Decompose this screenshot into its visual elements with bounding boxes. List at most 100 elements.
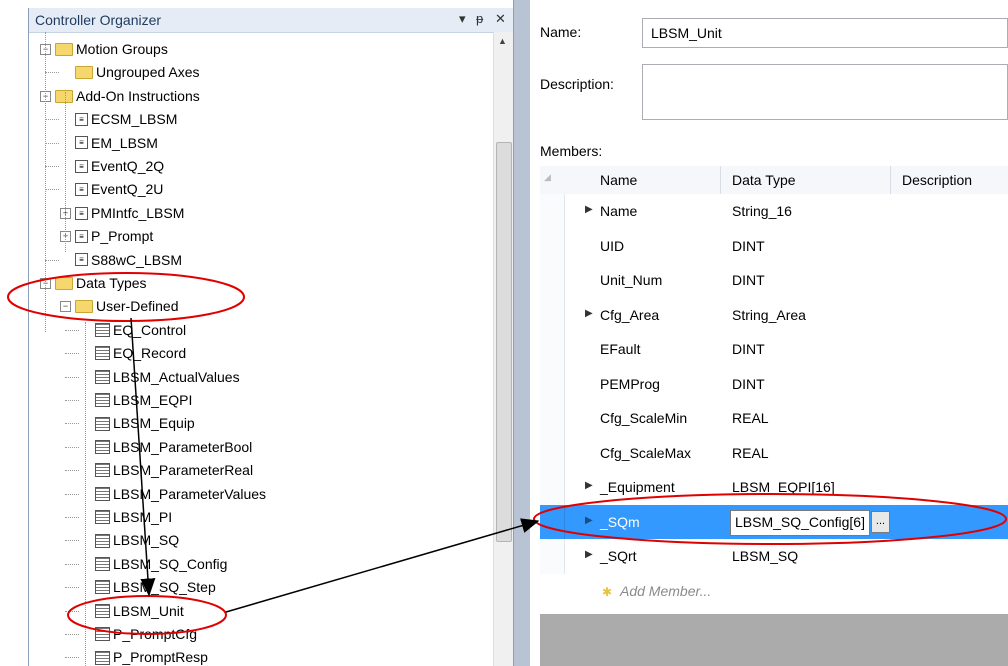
member-row[interactable]: ▶ _SQm LBSM_SQ_Config[6]... — [540, 504, 1008, 541]
member-data-type[interactable]: String_Area — [732, 307, 806, 323]
expand-icon[interactable]: ▶ — [585, 308, 593, 319]
member-row[interactable]: ▶ Name String_16 — [540, 194, 1008, 230]
scrollbar-thumb[interactable] — [496, 142, 512, 542]
row-header[interactable] — [540, 470, 565, 505]
name-field[interactable]: LBSM_Unit — [642, 18, 1008, 48]
expand-icon[interactable]: ▶ — [585, 480, 593, 491]
member-name[interactable]: _Equipment — [600, 479, 675, 495]
grid-body: ▶ Name String_16 UID DINT Unit_Num DINT ▶ Cfg_Ar… — [540, 194, 1008, 614]
member-row[interactable]: Unit_Num DINT — [540, 263, 1008, 299]
member-name[interactable]: PEMProg — [600, 376, 660, 392]
member-data-type[interactable]: DINT — [732, 238, 765, 254]
member-data-type[interactable]: LBSM_EQPI[16] — [732, 479, 835, 495]
member-name[interactable]: Unit_Num — [600, 272, 662, 288]
tree-item-label: PMIntfc_LBSM — [91, 204, 185, 221]
panel-splitter[interactable] — [513, 0, 531, 666]
tree-item[interactable]: Add-On Instructions — [55, 85, 200, 107]
add-member-label[interactable]: Add Member... — [620, 583, 711, 599]
tree-item-label: Data Types — [76, 275, 147, 291]
browse-button[interactable]: ... — [871, 510, 890, 533]
tree-item[interactable]: Data Types — [55, 272, 147, 294]
row-header[interactable] — [540, 504, 565, 540]
member-row[interactable]: EFault DINT — [540, 332, 1008, 368]
member-name[interactable]: UID — [600, 238, 624, 254]
tree-item[interactable]: LBSM_SQ_Step — [95, 576, 216, 598]
tree-item[interactable]: LBSM_EQPI — [95, 389, 192, 411]
member-data-type[interactable]: REAL — [732, 410, 769, 426]
member-name[interactable]: Cfg_Area — [600, 307, 659, 323]
member-name[interactable]: _SQrt — [600, 548, 637, 564]
expand-icon[interactable]: ▶ — [585, 549, 593, 560]
tree-connector — [65, 587, 79, 589]
udt-icon — [95, 510, 110, 525]
tree-item[interactable]: ≡ P_Prompt — [75, 225, 153, 247]
member-row[interactable]: Cfg_ScaleMax REAL — [540, 435, 1008, 472]
tree-item[interactable]: ≡ EventQ_2U — [75, 178, 163, 200]
row-header[interactable] — [540, 539, 565, 574]
row-header[interactable] — [540, 228, 565, 264]
row-header[interactable] — [540, 297, 565, 333]
tree-item[interactable]: LBSM_SQ — [95, 529, 179, 551]
member-name[interactable]: _SQm — [600, 514, 640, 530]
tree-item[interactable]: LBSM_ParameterBool — [95, 436, 252, 458]
tree-item[interactable]: Ungrouped Axes — [75, 61, 200, 83]
tree-item[interactable]: P_PromptCfg — [95, 623, 197, 645]
member-row[interactable]: ▶ Cfg_Area String_Area — [540, 297, 1008, 334]
tree-item[interactable]: P_PromptResp — [95, 646, 208, 666]
tree-item[interactable]: ≡ ECSM_LBSM — [75, 108, 177, 130]
pin-icon[interactable]: ᵽ — [476, 11, 483, 26]
tree-item[interactable]: ≡ EM_LBSM — [75, 132, 158, 154]
tree-item[interactable]: LBSM_ActualValues — [95, 366, 240, 388]
tree-item[interactable]: Motion Groups — [55, 38, 168, 60]
tree-item[interactable]: ≡ S88wC_LBSM — [75, 249, 182, 271]
member-row[interactable]: UID DINT — [540, 228, 1008, 265]
close-icon[interactable]: ✕ — [495, 11, 506, 27]
member-name[interactable]: Cfg_ScaleMin — [600, 410, 687, 426]
tree-item[interactable]: EQ_Record — [95, 342, 186, 364]
tree-item[interactable]: LBSM_ParameterValues — [95, 483, 266, 505]
tree-item[interactable]: LBSM_SQ_Config — [95, 553, 227, 575]
member-data-type[interactable]: DINT — [732, 272, 765, 288]
tree-item[interactable]: EQ_Control — [95, 319, 186, 341]
member-row[interactable]: Cfg_ScaleMin REAL — [540, 401, 1008, 437]
scroll-up-icon[interactable]: ▲ — [498, 36, 507, 46]
row-header[interactable] — [540, 194, 565, 229]
expand-icon[interactable]: ▶ — [585, 204, 593, 215]
member-data-type[interactable]: REAL — [732, 445, 769, 461]
add-member-row[interactable]: ✱ Add Member... — [540, 573, 1008, 609]
member-data-type[interactable]: DINT — [732, 376, 765, 392]
member-data-type[interactable]: DINT — [732, 341, 765, 357]
data-type-edit-field[interactable]: LBSM_SQ_Config[6] — [730, 509, 870, 536]
member-name[interactable]: EFault — [600, 341, 640, 357]
member-name[interactable]: Cfg_ScaleMax — [600, 445, 691, 461]
collapse-icon[interactable]: − — [60, 301, 71, 313]
dropdown-icon[interactable]: ▾ — [459, 11, 466, 27]
tree-item-label: LBSM_ActualValues — [113, 368, 240, 385]
member-row[interactable]: ▶ _Equipment LBSM_EQPI[16] — [540, 470, 1008, 506]
column-name[interactable]: Name — [600, 172, 637, 188]
folder-icon — [55, 276, 73, 290]
row-header[interactable] — [540, 401, 565, 436]
member-row[interactable]: ▶ _SQrt LBSM_SQ — [540, 539, 1008, 575]
description-field[interactable] — [642, 64, 1008, 120]
column-data-type[interactable]: Data Type — [732, 172, 796, 188]
expand-icon[interactable]: ▶ — [585, 515, 593, 526]
tree-item[interactable]: User-Defined — [75, 295, 178, 317]
member-name[interactable]: Name — [600, 203, 637, 219]
member-row[interactable]: PEMProg DINT — [540, 366, 1008, 403]
tree-item[interactable]: ≡ EventQ_2Q — [75, 155, 164, 177]
tree-item[interactable]: LBSM_ParameterReal — [95, 459, 253, 481]
tree-item[interactable]: LBSM_PI — [95, 506, 172, 528]
vertical-scrollbar[interactable]: ▲ — [493, 32, 513, 666]
row-header[interactable] — [540, 332, 565, 367]
tree-item[interactable]: LBSM_Unit — [95, 600, 184, 622]
row-header[interactable] — [540, 435, 565, 471]
member-data-type[interactable]: LBSM_SQ — [732, 548, 798, 564]
tree-item[interactable]: ≡ PMIntfc_LBSM — [75, 202, 184, 224]
column-description[interactable]: Description — [902, 172, 972, 188]
member-data-type[interactable]: String_16 — [732, 203, 792, 219]
row-header[interactable] — [540, 366, 565, 402]
tree-item[interactable]: LBSM_Equip — [95, 412, 195, 434]
aoi-icon: ≡ — [75, 112, 88, 126]
row-header[interactable] — [540, 263, 565, 298]
